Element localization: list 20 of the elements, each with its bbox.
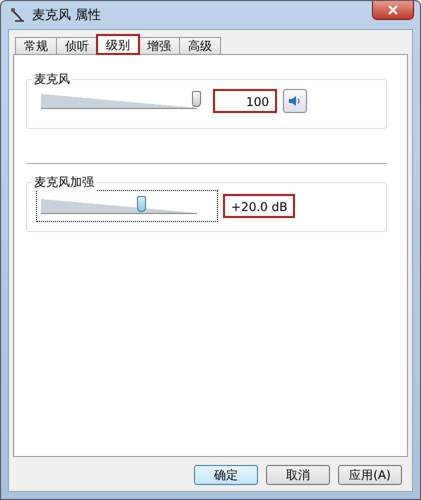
tab[interactable]: 常规 <box>15 37 57 54</box>
group-title: 麦克风加强 <box>32 174 96 191</box>
window-title: 麦克风 属性 <box>32 7 102 24</box>
tab[interactable]: 侦听 <box>56 37 98 54</box>
mute-button[interactable] <box>283 89 307 113</box>
microphone-icon <box>10 7 26 23</box>
slider-thumb[interactable] <box>137 196 146 212</box>
close-icon <box>388 5 398 15</box>
speaker-icon <box>288 95 302 107</box>
slider-thumb[interactable] <box>192 90 201 106</box>
tab[interactable]: 增强 <box>138 37 180 54</box>
close-button[interactable] <box>372 1 414 20</box>
tab[interactable]: 级别 <box>97 35 139 54</box>
level-slider[interactable] <box>37 191 217 221</box>
dialog-button[interactable]: 取消 <box>266 465 330 485</box>
dialog-button[interactable]: 应用(A) <box>338 465 402 485</box>
dialog-button[interactable]: 确定 <box>194 465 258 485</box>
value-field[interactable]: +20.0 dB <box>223 194 296 218</box>
tab[interactable]: 高级 <box>179 37 221 54</box>
value-field[interactable]: 100 <box>213 89 277 113</box>
